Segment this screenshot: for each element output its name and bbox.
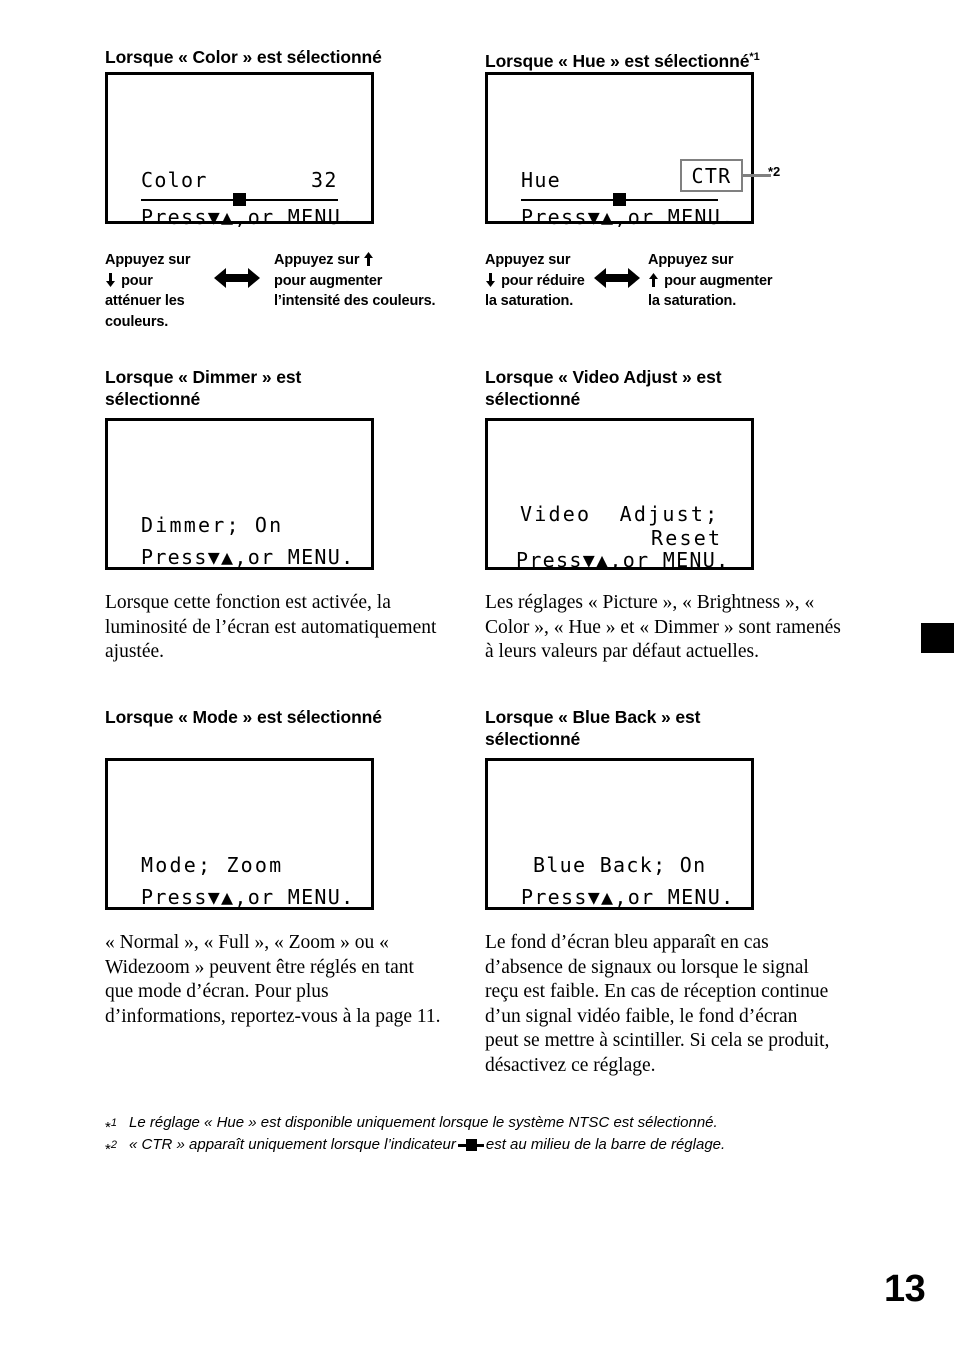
lcd-line1-blue-back: Blue Back; On: [533, 853, 707, 877]
body-mode: « Normal », « Full », « Zoom » ou « Wide…: [105, 932, 441, 1027]
lcd-line2-video-adjust: Reset: [651, 526, 723, 550]
heading-video-adjust: Lorsque « Video Adjust » est sélectionné: [485, 366, 785, 410]
lcd-screen-video-adjust: Video Adjust; Reset Press▼▲,or MENU.: [488, 421, 751, 572]
indicator-knob: [465, 1139, 477, 1152]
heading-dimmer: Lorsque « Dimmer » est sélectionné: [105, 366, 395, 410]
heading-blue-back: Lorsque « Blue Back » est sélectionné: [485, 706, 785, 750]
footnote-1-mark-num: 1: [110, 1117, 117, 1129]
lcd-display-dimmer: Dimmer; On Press▼▲,or MENU.: [105, 418, 374, 570]
instruction-color-increase-post: pour augmenter l’intensité des couleurs.: [274, 272, 436, 310]
ctr-footnote-ref-text: *2: [768, 164, 781, 179]
lcd-value-color: 32: [311, 168, 338, 192]
footnote-2-mark: *2: [105, 1139, 117, 1158]
lcd-line1-mode: Mode; Zoom: [141, 853, 284, 877]
heading-mode: Lorsque « Mode » est sélectionné: [105, 706, 395, 728]
lcd-hint-color: Press▼▲,or MENU.: [141, 205, 355, 229]
instruction-hue-increase: Appuyez sur pour augmenter la saturation…: [648, 250, 783, 312]
heading-video-adjust-text: Lorsque « Video Adjust » est sélectionné: [485, 367, 722, 409]
heading-color: Lorsque « Color » est sélectionné: [105, 46, 505, 68]
lcd-display-hue: Hue Press▼▲,or MENU.: [485, 72, 754, 227]
page-thumb-tab: [921, 623, 954, 653]
lcd-hint-mode: Press▼▲,or MENU.: [141, 885, 355, 909]
lcd-display-mode: Mode; Zoom Press▼▲,or MENU.: [105, 758, 374, 910]
lcd-screen-mode: Mode; Zoom Press▼▲,or MENU.: [108, 761, 371, 907]
down-arrow-icon: [485, 271, 501, 289]
instruction-color-decrease-pre: Appuyez sur: [105, 252, 191, 268]
body-blue-back: Le fond d’écran bleu apparaît en cas d’a…: [485, 932, 830, 1076]
instruction-color-increase: Appuyez sur pour augmenter l’intensité d…: [274, 250, 439, 312]
lcd-screen-hue: Hue Press▼▲,or MENU.: [488, 75, 751, 227]
ctr-value-box: CTR: [680, 159, 743, 192]
instruction-color-decrease: Appuyez sur pour atténuer les couleurs.: [105, 250, 210, 332]
lcd-label-hue: Hue: [521, 168, 562, 192]
ctr-footnote-ref: *2: [768, 164, 780, 179]
lcd-line1-video-adjust: Video Adjust;: [520, 502, 720, 526]
lcd-line1-dimmer: Dimmer; On: [141, 513, 284, 537]
footnote-1: *1 Le réglage « Hue » est disponible uni…: [105, 1112, 835, 1136]
heading-hue-footnote-ref: *1: [749, 51, 760, 63]
lcd-hint-dimmer: Press▼▲,or MENU.: [141, 545, 355, 569]
footnote-2-mark-num: 2: [110, 1139, 117, 1151]
lcd-display-color: Color 32 Press▼▲,or MENU.: [105, 72, 374, 227]
footnote-2: *2 « CTR » apparaît uniquement lorsque l…: [105, 1134, 835, 1158]
lcd-display-blue-back: Blue Back; On Press▼▲,or MENU.: [485, 758, 754, 910]
body-video-adjust: Les réglages « Picture », « Brightness »…: [485, 592, 841, 662]
heading-color-text: Lorsque « Color » est sélectionné: [105, 47, 382, 67]
lcd-hint-video-adjust: Press▼▲,or MENU.: [516, 548, 730, 572]
heading-hue-text: Lorsque « Hue » est sélectionné: [485, 50, 750, 71]
ctr-leader-line: [743, 174, 771, 177]
lcd-hint-blue-back: Press▼▲,or MENU.: [521, 885, 735, 909]
left-right-arrow-icon: [594, 265, 640, 291]
down-arrow-icon: [105, 271, 121, 289]
footnote-1-text: Le réglage « Hue » est disponible unique…: [129, 1114, 718, 1131]
heading-dimmer-text: Lorsque « Dimmer » est sélectionné: [105, 367, 302, 409]
instruction-color-increase-pre: Appuyez sur: [274, 252, 360, 268]
instruction-hue-decrease: Appuyez sur pour réduire la saturation.: [485, 250, 595, 312]
heading-blue-back-text: Lorsque « Blue Back » est sélectionné: [485, 707, 701, 749]
slider-center-indicator-icon: [457, 1139, 484, 1152]
heading-mode-text: Lorsque « Mode » est sélectionné: [105, 707, 382, 727]
left-right-arrow-icon: [214, 265, 260, 291]
page-number: 13: [884, 1268, 926, 1310]
instruction-hue-increase-pre: Appuyez sur: [648, 252, 734, 268]
ctr-value-text: CTR: [691, 163, 732, 188]
body-dimmer: Lorsque cette fonction est activée, la l…: [105, 592, 437, 662]
footnote-2-text-before: « CTR » apparaît uniquement lorsque l’in…: [129, 1136, 456, 1153]
lcd-screen-blue-back: Blue Back; On Press▼▲,or MENU.: [488, 761, 751, 907]
instruction-hue-decrease-pre: Appuyez sur: [485, 252, 571, 268]
lcd-screen-dimmer: Dimmer; On Press▼▲,or MENU.: [108, 421, 371, 567]
lcd-hint-hue: Press▼▲,or MENU.: [521, 205, 735, 229]
footnote-2-text-after: est au milieu de la barre de réglage.: [485, 1136, 726, 1153]
lcd-screen-color: Color 32 Press▼▲,or MENU.: [108, 75, 371, 227]
instruction-hue-increase-post: pour augmenter la saturation.: [648, 272, 773, 310]
up-arrow-icon: [363, 250, 374, 268]
footnotes: *1 Le réglage « Hue » est disponible uni…: [105, 1112, 835, 1158]
up-arrow-icon: [648, 271, 664, 289]
heading-hue: Lorsque « Hue » est sélectionné*1: [485, 46, 905, 72]
lcd-display-video-adjust: Video Adjust; Reset Press▼▲,or MENU.: [485, 418, 754, 570]
lcd-label-color: Color: [141, 168, 208, 192]
